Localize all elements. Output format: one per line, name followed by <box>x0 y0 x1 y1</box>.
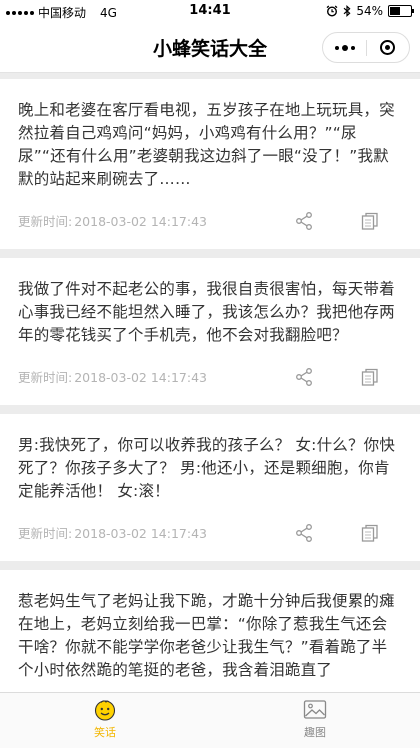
joke-card[interactable]: 惹老妈生气了老妈让我下跪，才跪十分钟后我便累的瘫在地上，老妈立刻给我一巴掌：“你… <box>0 570 420 692</box>
joke-text: 男:我快死了，你可以收养我的孩子么？ 女:什么？你快死了？你孩子多大了？ 男:他… <box>18 436 396 500</box>
share-icon <box>296 368 312 386</box>
share-button[interactable] <box>294 211 314 231</box>
smiley-face-icon <box>94 700 116 721</box>
bluetooth-icon <box>343 5 351 17</box>
share-button[interactable] <box>294 367 314 387</box>
battery-icon <box>388 5 414 17</box>
update-time-value: 2018-03-02 14:17:43 <box>74 369 207 385</box>
joke-card[interactable]: 我做了件对不起老公的事，我很自责很害怕，每天带着心事我已经不能坦然入睡了，我该怎… <box>0 258 420 405</box>
tab-bar: 笑话 趣图 <box>0 692 420 748</box>
update-time-value: 2018-03-02 14:17:43 <box>74 525 207 541</box>
joke-meta: 更新时间:2018-03-02 14:17:43 <box>18 347 402 405</box>
update-time-label: 更新时间: <box>18 525 73 541</box>
more-dot-icon <box>350 45 355 50</box>
joke-text: 我做了件对不起老公的事，我很自责很害怕，每天带着心事我已经不能坦然入睡了，我该怎… <box>18 280 395 344</box>
battery-percent: 54% <box>356 4 383 18</box>
tab-pictures[interactable]: 趣图 <box>210 693 420 748</box>
update-time: 更新时间: 2018-03-02 14:17:43 <box>18 211 207 230</box>
update-time: 更新时间: 2018-03-02 14:17:43 <box>18 523 207 542</box>
copy-button[interactable] <box>360 523 380 543</box>
close-button[interactable] <box>366 33 409 62</box>
tab-label: 笑话 <box>94 726 116 739</box>
status-bar: 中国移动 4G 14:41 54% <box>0 0 420 22</box>
alarm-icon <box>326 5 338 17</box>
more-button[interactable] <box>323 33 366 62</box>
nav-bar: 小蜂笑话大全 <box>0 22 420 73</box>
joke-meta: 更新时间:2018-03-02 14:17:43 <box>18 191 402 249</box>
close-target-icon <box>380 40 395 55</box>
joke-feed[interactable]: 晚上和老婆在客厅看电视，五岁孩子在地上玩玩具，突然拉着自己鸡鸡问“妈妈，小鸡鸡有… <box>0 79 420 692</box>
update-time-label: 更新时间: <box>18 213 73 229</box>
joke-text: 晚上和老婆在客厅看电视，五岁孩子在地上玩玩具，突然拉着自己鸡鸡问“妈妈，小鸡鸡有… <box>18 101 395 188</box>
tab-jokes[interactable]: 笑话 <box>0 693 210 748</box>
update-time-value: 2018-03-02 14:17:43 <box>74 213 207 229</box>
share-icon <box>296 524 312 542</box>
copy-icon <box>361 368 378 386</box>
more-dot-icon <box>334 45 339 50</box>
mini-program-capsule <box>322 32 410 63</box>
copy-button[interactable] <box>360 211 380 231</box>
update-time-label: 更新时间: <box>18 369 73 385</box>
joke-text: 惹老妈生气了老妈让我下跪，才跪十分钟后我便累的瘫在地上，老妈立刻给我一巴掌：“你… <box>18 592 395 679</box>
joke-meta: 更新时间:2018-03-02 14:17:43 <box>18 503 402 561</box>
joke-meta: 更新时间:2018-03-02 14:17:43 <box>18 682 402 692</box>
update-time: 更新时间: 2018-03-02 14:17:43 <box>18 367 207 386</box>
status-right: 54% <box>326 4 414 18</box>
joke-card[interactable]: 男:我快死了，你可以收养我的孩子么？ 女:什么？你快死了？你孩子多大了？ 男:他… <box>0 414 420 561</box>
image-icon <box>303 700 327 719</box>
tab-label: 趣图 <box>304 726 326 739</box>
copy-button[interactable] <box>360 367 380 387</box>
battery-fill <box>390 7 400 15</box>
share-icon <box>296 212 312 230</box>
share-button[interactable] <box>294 523 314 543</box>
more-dot-icon <box>341 44 348 51</box>
copy-icon <box>361 524 378 542</box>
joke-card[interactable]: 晚上和老婆在客厅看电视，五岁孩子在地上玩玩具，突然拉着自己鸡鸡问“妈妈，小鸡鸡有… <box>0 79 420 249</box>
copy-icon <box>361 212 378 230</box>
